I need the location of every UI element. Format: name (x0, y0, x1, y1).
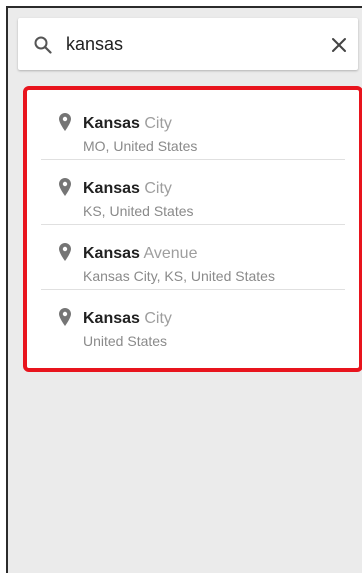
suggestion-subtitle: KS, United States (83, 203, 194, 219)
suggestion-item[interactable]: Kansas City United States (41, 290, 345, 355)
suggestion-match-text: Kansas (83, 180, 140, 197)
suggestion-item[interactable]: Kansas Avenue Kansas City, KS, United St… (41, 225, 345, 290)
suggestion-item[interactable]: Kansas City KS, United States (41, 160, 345, 225)
close-icon[interactable] (331, 37, 347, 53)
suggestion-match-text: Kansas (83, 115, 140, 132)
suggestion-rest-text: City (139, 115, 172, 132)
suggestion-match-text: Kansas (83, 245, 140, 262)
suggestion-title: Kansas Avenue (83, 244, 197, 264)
search-icon[interactable] (34, 36, 52, 54)
suggestion-rest-text: City (139, 310, 172, 327)
suggestion-rest-text: City (139, 180, 172, 197)
suggestion-title: Kansas City (83, 114, 172, 134)
suggestion-rest-text: Avenue (139, 245, 198, 262)
location-pin-icon (59, 243, 71, 261)
location-pin-icon (59, 308, 71, 326)
suggestion-subtitle: United States (83, 333, 168, 349)
suggestion-item[interactable]: Kansas City MO, United States (41, 95, 345, 160)
search-input[interactable] (66, 30, 316, 58)
suggestion-title: Kansas City (83, 309, 172, 329)
suggestion-title: Kansas City (83, 179, 172, 199)
app-frame: Kansas City MO, United States Kansas Cit… (6, 6, 362, 573)
location-pin-icon (59, 178, 71, 196)
suggestion-subtitle: MO, United States (83, 138, 198, 154)
suggestion-match-text: Kansas (83, 310, 140, 327)
location-pin-icon (59, 113, 71, 131)
suggestion-subtitle: Kansas City, KS, United States (83, 268, 275, 284)
suggestions-list: Kansas City MO, United States Kansas Cit… (23, 86, 362, 372)
search-bar (18, 18, 358, 70)
